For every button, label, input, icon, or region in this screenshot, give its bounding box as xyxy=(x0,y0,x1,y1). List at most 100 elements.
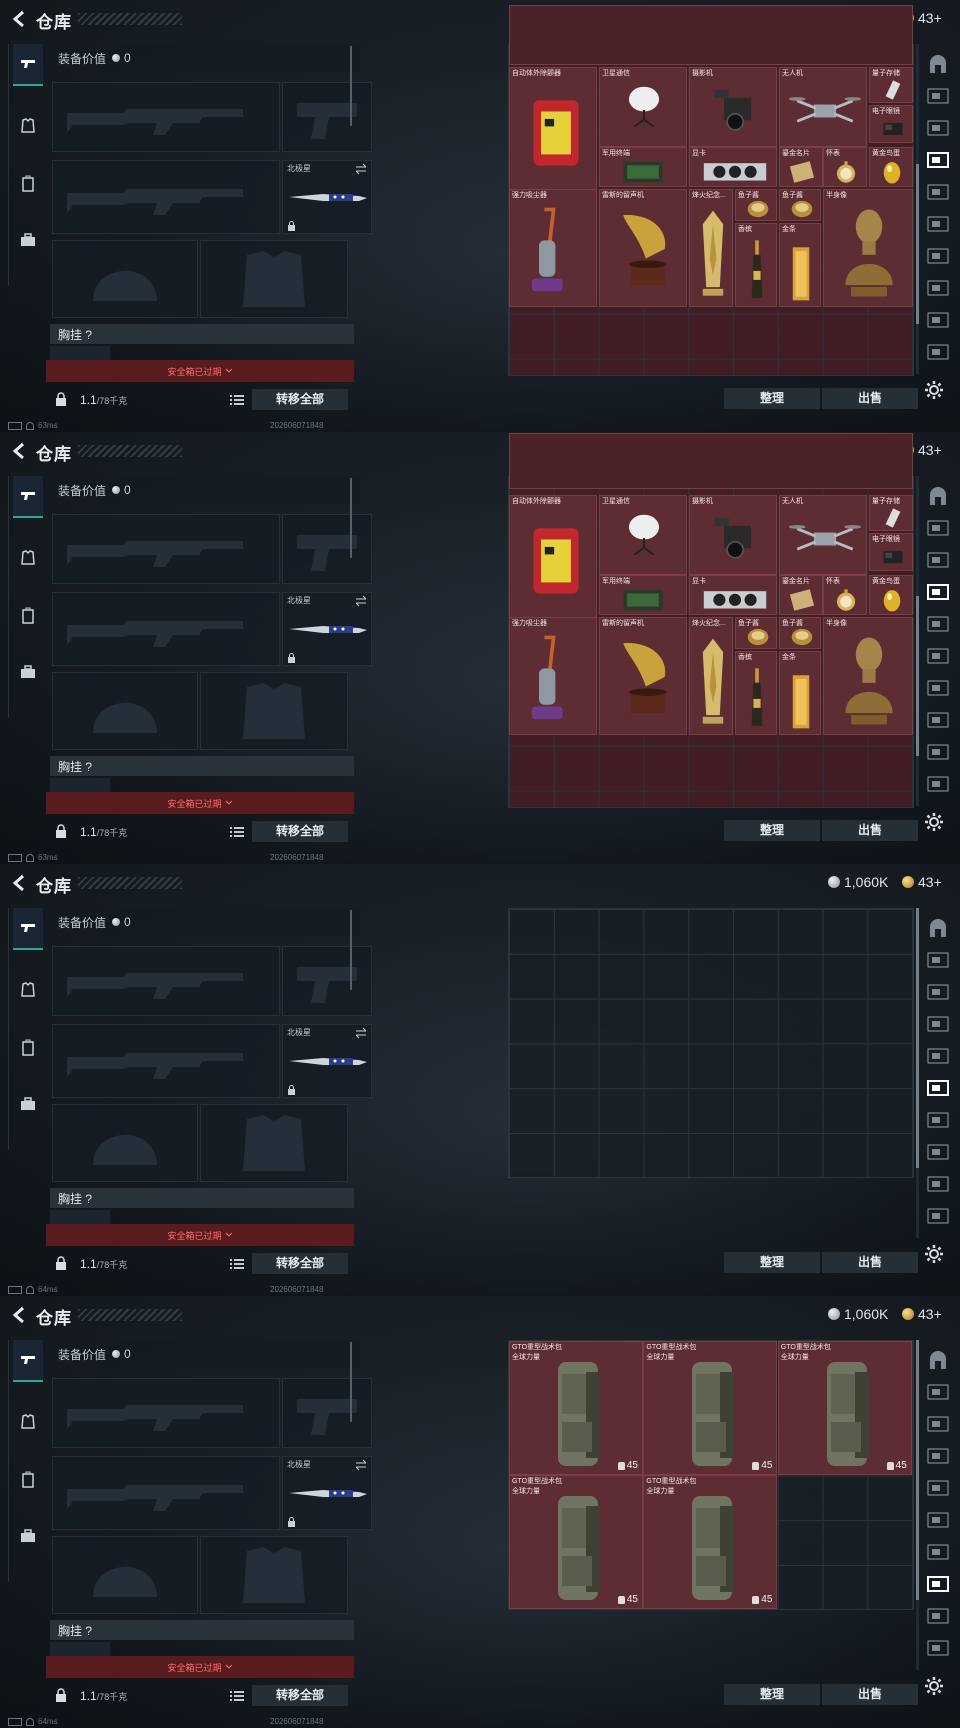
list-item[interactable]: 半身像 xyxy=(823,617,913,735)
list-item[interactable]: 怀表 xyxy=(823,575,867,615)
stash-tab-6[interactable] xyxy=(922,1072,954,1104)
stash-tab-8[interactable] xyxy=(922,1568,954,1600)
stash-tab-10[interactable] xyxy=(922,336,954,368)
tab-weapons[interactable] xyxy=(13,476,43,518)
list-item[interactable]: 量子存储 xyxy=(869,67,913,103)
stash-tab-9[interactable] xyxy=(922,304,954,336)
stash-tab-4[interactable] xyxy=(922,144,954,176)
stash-tab-4[interactable] xyxy=(922,1008,954,1040)
melee-slot[interactable]: 北极星 xyxy=(282,1456,372,1530)
list-item[interactable]: 无人机 xyxy=(779,67,867,147)
stash-tab-3[interactable] xyxy=(922,1408,954,1440)
stash-tab-10[interactable] xyxy=(922,1632,954,1664)
helmet-slot[interactable] xyxy=(52,672,198,750)
sell-button[interactable]: 出售 xyxy=(822,1684,918,1705)
stash-tab-2[interactable] xyxy=(922,944,954,976)
list-item[interactable]: 鱼子酱 xyxy=(735,617,777,649)
stash-tab-7[interactable] xyxy=(922,1104,954,1136)
stash-tab-3[interactable] xyxy=(922,976,954,1008)
secondary-weapon-slot[interactable] xyxy=(52,592,280,666)
tab-rig[interactable] xyxy=(13,596,43,636)
lock-icon[interactable] xyxy=(54,392,68,406)
sell-button[interactable]: 出售 xyxy=(822,388,918,409)
secondary-weapon-slot[interactable] xyxy=(52,1456,280,1530)
tab-armor[interactable] xyxy=(13,106,43,146)
secondary-weapon-slot[interactable] xyxy=(52,1024,280,1098)
list-item[interactable]: 卫星通信 xyxy=(599,67,687,147)
stash-grid[interactable]: 自动体外除颤器 卫星通信 摄影机 无人机 量子存储 电子眼镜 军用终端 显卡 鎏金名片 怀表 黄金鸟… xyxy=(508,433,914,808)
pistol-slot[interactable] xyxy=(282,1378,372,1448)
stash-scroll-thumb[interactable] xyxy=(916,1340,919,1600)
organize-button[interactable]: 整理 xyxy=(724,820,820,841)
list-item[interactable]: 量子存储 xyxy=(869,495,913,531)
tab-rig[interactable] xyxy=(13,1460,43,1500)
list-icon[interactable] xyxy=(228,1254,246,1274)
transfer-all-button[interactable]: 转移全部 xyxy=(252,1253,348,1274)
stash-grid[interactable]: 自动体外除颤器 卫星通信 摄影机 无人机 量子存储 电子眼镜 军用终端 显卡 鎏金名片 怀表 黄金鸟… xyxy=(508,5,914,376)
gear-icon[interactable] xyxy=(924,812,944,832)
gear-icon[interactable] xyxy=(924,1676,944,1696)
stash-scroll-thumb[interactable] xyxy=(916,908,919,1168)
list-item[interactable]: 电子眼镜 xyxy=(869,533,913,571)
stash-tab-7[interactable] xyxy=(922,672,954,704)
list-icon[interactable] xyxy=(228,1686,246,1706)
body-armor-slot[interactable] xyxy=(200,1536,348,1614)
loadout-scrollbar[interactable] xyxy=(350,910,352,990)
tab-backpack[interactable] xyxy=(13,1084,43,1124)
organize-button[interactable]: 整理 xyxy=(724,388,820,409)
list-item[interactable]: 鎏金名片 xyxy=(779,575,823,615)
stash-tab-7[interactable] xyxy=(922,1536,954,1568)
chest-rig-row[interactable]: 胸挂 ? xyxy=(50,1620,354,1640)
gold-currency[interactable]: 43+ xyxy=(902,874,942,890)
transfer-all-button[interactable]: 转移全部 xyxy=(252,1685,348,1706)
list-item[interactable]: 香槟 xyxy=(735,223,777,307)
lock-icon[interactable] xyxy=(54,1688,68,1702)
stash-tab-9[interactable] xyxy=(922,1168,954,1200)
stash-scroll-thumb[interactable] xyxy=(916,164,919,324)
safebox-expired-bar[interactable]: 安全箱已过期 xyxy=(46,792,354,814)
primary-weapon-slot[interactable] xyxy=(52,514,280,584)
lock-icon[interactable] xyxy=(54,1256,68,1270)
list-item[interactable]: 金条 xyxy=(779,651,821,735)
back-arrow-icon[interactable] xyxy=(10,1305,30,1325)
organize-button[interactable]: 整理 xyxy=(724,1252,820,1273)
loadout-scrollbar[interactable] xyxy=(350,1342,352,1422)
gear-icon[interactable] xyxy=(924,380,944,400)
list-item[interactable]: 雷斯的留声机 xyxy=(599,617,687,735)
safebox-expired-bar[interactable]: 安全箱已过期 xyxy=(46,360,354,382)
list-item[interactable]: GTO重型战术包 全球力量 45 xyxy=(643,1475,778,1610)
tab-backpack[interactable] xyxy=(13,652,43,692)
helmet-slot[interactable] xyxy=(52,1104,198,1182)
list-item[interactable] xyxy=(509,433,913,489)
transfer-all-button[interactable]: 转移全部 xyxy=(252,821,348,842)
stash-tab-3[interactable] xyxy=(922,544,954,576)
sell-button[interactable]: 出售 xyxy=(822,820,918,841)
back-arrow-icon[interactable] xyxy=(10,441,30,461)
body-armor-slot[interactable] xyxy=(200,240,348,318)
list-item[interactable]: 军用终端 xyxy=(599,575,687,615)
gear-icon[interactable] xyxy=(924,1244,944,1264)
tab-armor[interactable] xyxy=(13,538,43,578)
stash-tab-1[interactable] xyxy=(922,48,954,80)
list-item[interactable]: 摄影机 xyxy=(689,495,777,575)
stash-grid[interactable]: GTO重型战术包 全球力量 45 GTO重型战术包 全球力量 45 GTO重型战术包 全球力量… xyxy=(508,1340,914,1610)
list-item[interactable]: GTO重型战术包 全球力量 45 xyxy=(509,1475,643,1610)
list-item[interactable]: 半身像 xyxy=(823,189,913,307)
stash-tab-3[interactable] xyxy=(922,112,954,144)
stash-tab-8[interactable] xyxy=(922,704,954,736)
stash-tab-9[interactable] xyxy=(922,1600,954,1632)
list-item[interactable]: 香槟 xyxy=(735,651,777,735)
back-arrow-icon[interactable] xyxy=(10,9,30,29)
secondary-weapon-slot[interactable] xyxy=(52,160,280,234)
list-item[interactable]: 卫星通信 xyxy=(599,495,687,575)
stash-tab-4[interactable] xyxy=(922,1440,954,1472)
list-item[interactable]: 黄金鸟蛋 xyxy=(869,575,913,615)
stash-tab-10[interactable] xyxy=(922,768,954,800)
list-item[interactable]: 显卡 xyxy=(689,575,777,615)
stash-scrollbar[interactable] xyxy=(916,476,919,806)
list-item[interactable]: GTO重型战术包 全球力量 45 xyxy=(777,1341,912,1475)
list-item[interactable]: 鎏金名片 xyxy=(779,147,823,187)
list-item[interactable]: 鱼子酱 xyxy=(779,617,821,649)
stash-grid[interactable] xyxy=(508,908,914,1178)
melee-slot[interactable]: 北极星 xyxy=(282,160,372,234)
